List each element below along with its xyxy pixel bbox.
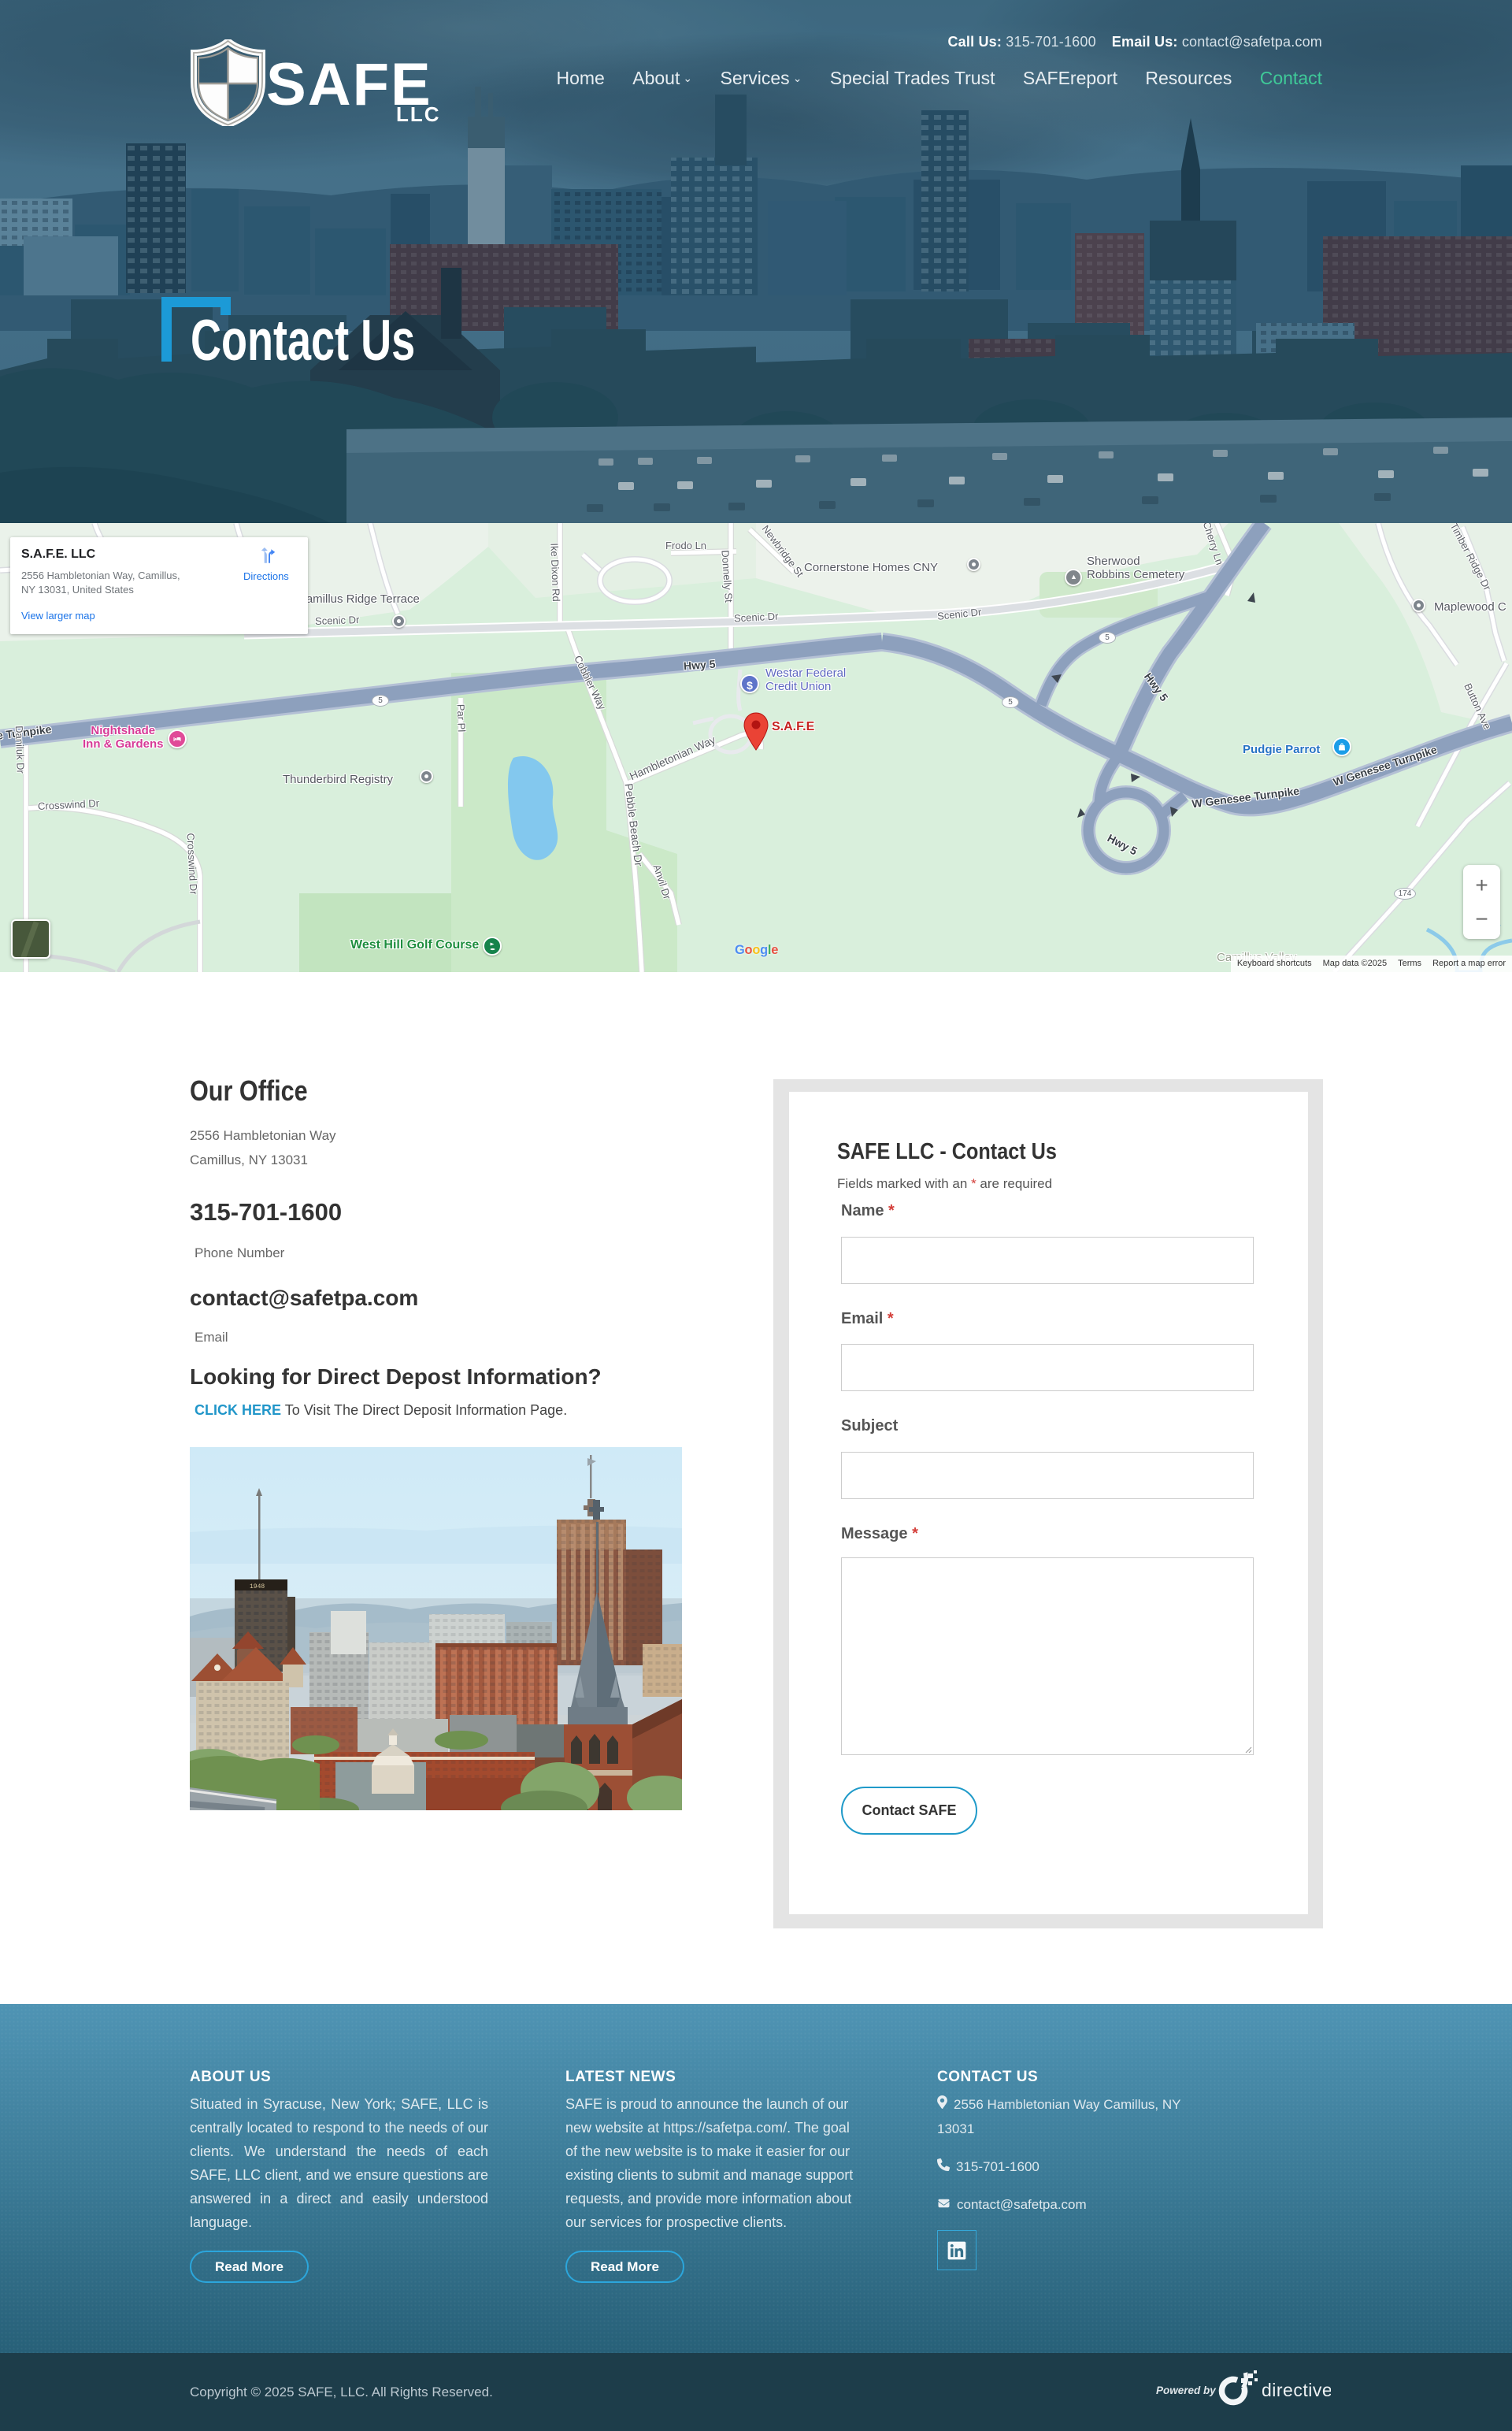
svg-text:directive: directive: [1262, 2380, 1331, 2400]
svg-text:1948: 1948: [250, 1583, 265, 1590]
svg-text:Powered by: Powered by: [1156, 2385, 1217, 2396]
